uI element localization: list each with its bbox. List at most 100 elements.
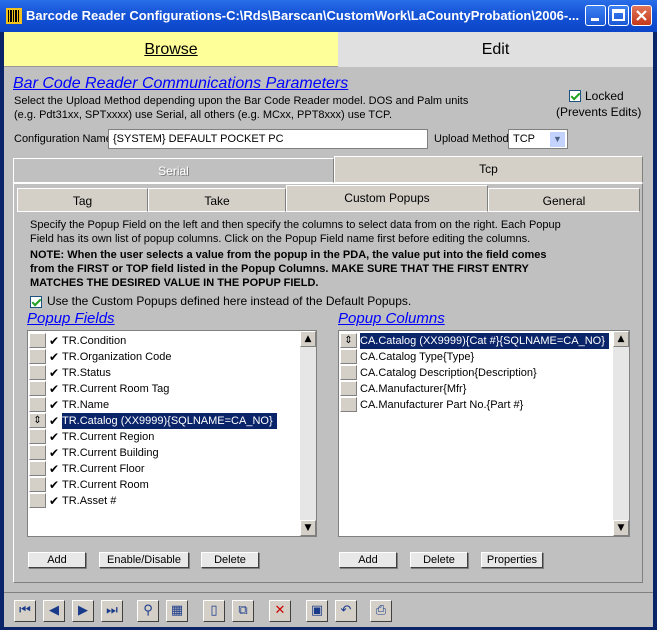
upload-method-label: Upload Method: [434, 133, 509, 145]
note-2: from the FIRST or TOP field listed in th…: [30, 263, 529, 275]
tab-take[interactable]: Take: [148, 188, 286, 212]
row-selector[interactable]: [29, 381, 46, 396]
close-button[interactable]: [631, 5, 652, 26]
tab-custom-popups[interactable]: Custom Popups: [286, 185, 488, 212]
first-record-button[interactable]: ⏮: [14, 600, 36, 622]
delete-column-button[interactable]: Delete: [410, 552, 468, 568]
find-button[interactable]: ⚲: [137, 600, 159, 622]
save-button[interactable]: ▣: [306, 600, 328, 622]
enabled-check-icon: ✔: [49, 382, 60, 396]
locked-checkbox[interactable]: [569, 90, 581, 102]
locked-label: Locked: [585, 89, 624, 103]
save-icon: ▣: [310, 603, 324, 618]
use-custom-popups-label: Use the Custom Popups defined here inste…: [47, 294, 412, 308]
filter-icon: ▦: [170, 603, 184, 618]
upload-description-2: (e.g. Pdt31xx, SPTxxxx) use Serial, all …: [14, 109, 393, 121]
filter-button[interactable]: ▦: [166, 600, 188, 622]
form-client-area: Browse Edit Bar Code Reader Communicatio…: [4, 32, 653, 627]
popup-fields-scrollbar[interactable]: ▲ ▼: [300, 331, 316, 536]
row-selector[interactable]: [340, 381, 357, 396]
popup-column-label: CA.Catalog (XX9999){Cat #}{SQLNAME=CA_NO…: [359, 332, 610, 350]
popup-field-label: TR.Name: [62, 399, 110, 411]
tab-tcp[interactable]: Tcp: [334, 156, 643, 183]
copy-record-button[interactable]: ⧉: [232, 600, 254, 622]
tab-general[interactable]: General: [488, 188, 640, 212]
last-record-button[interactable]: ⏭: [101, 600, 123, 622]
window-title: Barcode Reader Configurations-C:\Rds\Bar…: [26, 8, 580, 23]
enabled-check-icon: ✔: [49, 446, 60, 460]
popup-fields-list[interactable]: ✔ TR.Condition ✔ TR.Organization Code ✔ TR.St…: [27, 330, 317, 537]
enabled-check-icon: ✔: [49, 430, 60, 444]
enabled-check-icon: ✔: [49, 350, 60, 364]
instructions-2: Field has its own list of popup columns.…: [30, 233, 531, 245]
scroll-up-icon[interactable]: ▲: [300, 331, 316, 347]
new-record-button[interactable]: ▯: [203, 600, 225, 622]
tab-edit[interactable]: Edit: [338, 32, 653, 67]
popup-field-label: TR.Condition: [62, 335, 127, 347]
note-1: NOTE: When the user selects a value from…: [30, 249, 547, 261]
popup-field-label: TR.Current Floor: [62, 463, 145, 475]
popup-field-label: TR.Current Building: [62, 447, 159, 459]
minimize-button[interactable]: [585, 5, 606, 26]
title-bar[interactable]: Barcode Reader Configurations-C:\Rds\Bar…: [0, 0, 657, 32]
row-selector[interactable]: [29, 429, 46, 444]
popup-column-label: CA.Manufacturer{Mfr}: [360, 383, 467, 395]
enabled-check-icon: ✔: [49, 494, 60, 508]
row-selector[interactable]: [340, 397, 357, 412]
upload-method-value: TCP: [513, 133, 535, 145]
popup-column-label: CA.Manufacturer Part No.{Part #}: [360, 399, 524, 411]
enable-disable-button[interactable]: Enable/Disable: [99, 552, 189, 568]
maximize-button[interactable]: [608, 5, 629, 26]
scroll-up-icon[interactable]: ▲: [613, 331, 629, 347]
new-record-icon: ▯: [210, 603, 218, 618]
tab-tag[interactable]: Tag: [17, 188, 148, 212]
add-column-button[interactable]: Add: [339, 552, 397, 568]
row-selector[interactable]: [29, 333, 46, 348]
delete-field-button[interactable]: Delete: [201, 552, 259, 568]
next-record-icon: ▶: [78, 603, 88, 618]
copy-record-icon: ⧉: [238, 603, 248, 618]
note-3: MATCHES THE DESIRED VALUE IN THE POPUP F…: [30, 277, 319, 289]
popup-field-label: TR.Organization Code: [62, 351, 172, 363]
prev-record-icon: ◀: [49, 603, 59, 618]
scroll-down-icon[interactable]: ▼: [613, 520, 629, 536]
add-field-button[interactable]: Add: [28, 552, 86, 568]
row-selector[interactable]: [29, 397, 46, 412]
row-selector[interactable]: [29, 365, 46, 380]
popup-columns-list[interactable]: ⇕ CA.Catalog (XX9999){Cat #}{SQLNAME=CA_N…: [338, 330, 630, 537]
delete-record-button[interactable]: ✕: [269, 600, 291, 622]
row-selector[interactable]: [29, 445, 46, 460]
row-selector[interactable]: [29, 477, 46, 492]
popup-field-label: TR.Current Region: [62, 431, 155, 443]
minimize-icon: [591, 18, 599, 21]
row-selector[interactable]: ⇕: [29, 413, 46, 428]
popup-field-label: TR.Current Room Tag: [62, 383, 170, 395]
row-selector[interactable]: [29, 493, 46, 508]
enabled-check-icon: ✔: [49, 462, 60, 476]
chevron-down-icon[interactable]: ▼: [549, 131, 566, 148]
tab-serial[interactable]: Serial: [13, 158, 334, 183]
row-selector[interactable]: [29, 349, 46, 364]
next-record-button[interactable]: ▶: [72, 600, 94, 622]
popup-field-label: TR.Status: [62, 367, 111, 379]
upload-method-select[interactable]: TCP ▼: [508, 129, 568, 149]
tab-browse[interactable]: Browse: [4, 32, 338, 67]
undo-button[interactable]: ↶: [335, 600, 357, 622]
instructions-1: Specify the Popup Field on the left and …: [30, 219, 561, 231]
find-icon: ⚲: [143, 603, 153, 618]
row-selector[interactable]: [340, 365, 357, 380]
row-selector[interactable]: [340, 349, 357, 364]
properties-button[interactable]: Properties: [481, 552, 543, 568]
popup-columns-scrollbar[interactable]: ▲ ▼: [613, 331, 629, 536]
use-custom-popups-checkbox[interactable]: [30, 296, 42, 308]
prev-record-button[interactable]: ◀: [43, 600, 65, 622]
scroll-down-icon[interactable]: ▼: [300, 520, 316, 536]
popup-fields-title: Popup Fields: [27, 310, 115, 327]
row-selector[interactable]: ⇕: [340, 333, 357, 348]
enabled-check-icon: ✔: [49, 366, 60, 380]
configuration-name-field[interactable]: {SYSTEM} DEFAULT POCKET PC: [108, 129, 428, 149]
print-preview-button[interactable]: ⎙: [370, 600, 392, 622]
row-selector[interactable]: [29, 461, 46, 476]
popup-columns-title: Popup Columns: [338, 310, 445, 327]
popup-column-label: CA.Catalog Type{Type}: [360, 351, 475, 363]
